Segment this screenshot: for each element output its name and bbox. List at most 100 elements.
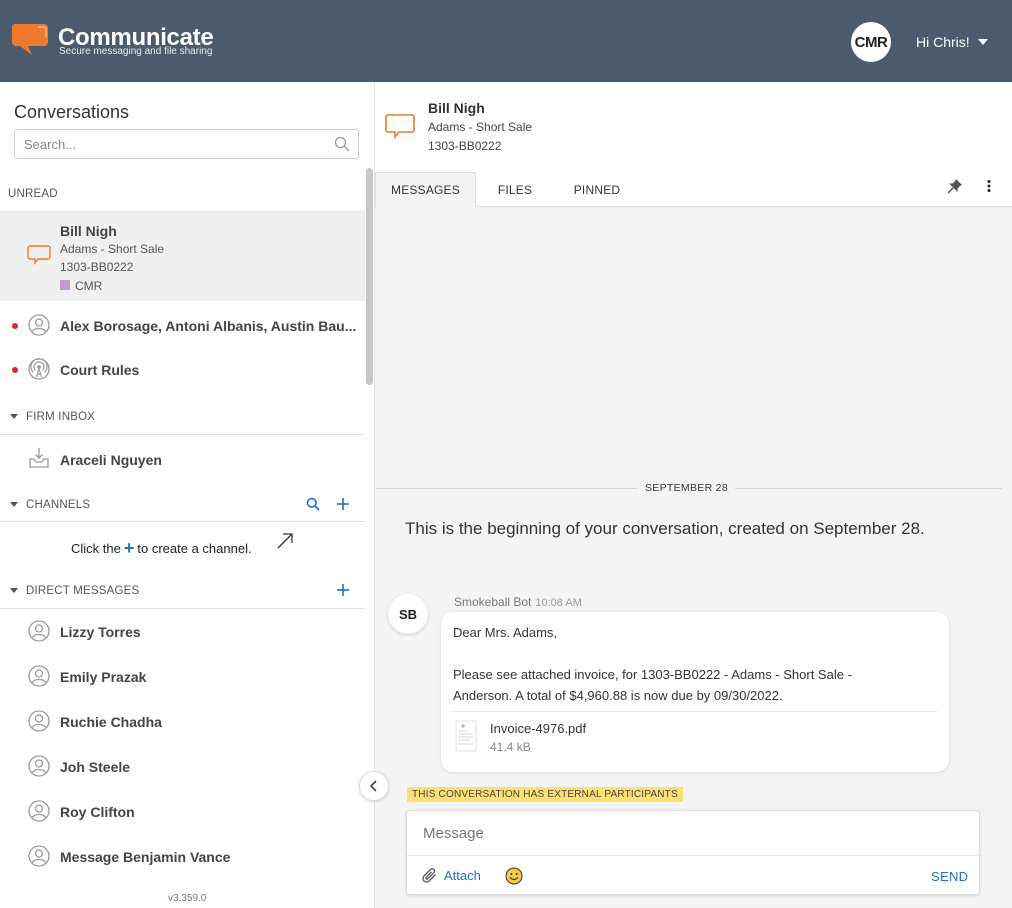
user-circle-icon	[28, 755, 50, 777]
conversation-tag: CMR	[75, 279, 103, 293]
attach-button[interactable]: Attach	[421, 867, 481, 884]
firm-inbox-section-label[interactable]: FIRM INBOX	[26, 411, 95, 423]
chat-bubble-icon	[27, 245, 51, 266]
attachment-size: 41.4 kB	[490, 740, 531, 754]
conversation-tabs: MESSAGES FILES PINNED	[375, 172, 1012, 208]
conversation-header: Bill Nigh Adams - Short Sale 1303-BB0222	[375, 82, 1012, 172]
send-button[interactable]: SEND	[931, 869, 968, 884]
message-line: Dear Mrs. Adams,	[453, 625, 558, 640]
unread-section-label: UNREAD	[8, 188, 58, 200]
direct-message-name: Roy Clifton	[60, 804, 135, 820]
app-version: v3.359.0	[168, 893, 207, 904]
emoji-icon[interactable]	[505, 867, 523, 885]
message-line: Anderson. A total of $4,960.88 is now du…	[453, 688, 783, 703]
conversation-beginning-text: This is the beginning of your conversati…	[405, 519, 925, 538]
collapse-sidebar-button[interactable]	[359, 771, 389, 801]
unread-dot	[12, 367, 18, 373]
channels-section-label[interactable]: CHANNELS	[26, 499, 90, 511]
pdf-thumbnail-icon[interactable]	[455, 720, 477, 752]
arrow-up-right-icon	[277, 533, 293, 549]
direct-messages-section-label[interactable]: DIRECT MESSAGES	[26, 585, 139, 597]
tab-pinned[interactable]: PINNED	[565, 172, 629, 207]
direct-message-name: Message Benjamin Vance	[60, 849, 231, 865]
firm-inbox-item-araceli-nguyen[interactable]: Araceli Nguyen	[0, 436, 365, 480]
hint-text-before: Click the	[71, 541, 121, 556]
collapse-caret-icon[interactable]	[10, 414, 18, 419]
chat-bubble-icon	[385, 114, 415, 140]
date-separator-line	[375, 488, 637, 489]
add-channel-icon[interactable]	[336, 497, 350, 511]
conversation-item-court-rules[interactable]: Court Rules	[0, 348, 365, 392]
inbox-download-icon	[29, 448, 49, 468]
bot-avatar: SB	[388, 594, 428, 634]
chevron-down-icon[interactable]	[978, 39, 988, 45]
conversation-name: Araceli Nguyen	[60, 452, 162, 468]
direct-message-item[interactable]: Message Benjamin Vance	[0, 834, 365, 879]
user-circle-icon	[28, 800, 50, 822]
conversation-matter-id: 1303-BB0222	[60, 260, 134, 274]
search-icon[interactable]	[334, 136, 350, 152]
conversation-matter: Adams - Short Sale	[428, 120, 533, 134]
direct-message-item[interactable]: Ruchie Chadha	[0, 699, 365, 744]
collapse-caret-icon[interactable]	[10, 588, 18, 593]
divider	[453, 711, 937, 712]
conversations-sidebar: Conversations UNREAD Bill Nigh Adams - S…	[0, 82, 375, 908]
user-circle-icon	[28, 710, 50, 732]
conversation-matter: Adams - Short Sale	[60, 242, 165, 256]
search-channels-icon[interactable]	[306, 497, 320, 511]
user-circle-icon	[28, 665, 50, 687]
tag-color-swatch	[60, 280, 70, 290]
channels-empty-hint: Click the + to create a channel.	[71, 538, 252, 559]
message-time: 10:08 AM	[535, 597, 582, 609]
conversation-item-bill-nigh[interactable]: Bill Nigh Adams - Short Sale 1303-BB0222…	[0, 212, 365, 301]
message-line: Please see attached invoice, for 1303-BB…	[453, 667, 852, 682]
divider	[0, 434, 365, 435]
sidebar-scrollbar[interactable]	[366, 168, 373, 385]
user-circle-icon	[28, 314, 50, 336]
add-direct-message-icon[interactable]	[336, 583, 350, 597]
conversation-item-group[interactable]: Alex Borosage, Antoni Albanis, Austin Ba…	[0, 304, 365, 348]
collapse-caret-icon[interactable]	[10, 502, 18, 507]
tab-files[interactable]: FILES	[483, 172, 547, 207]
user-circle-icon	[28, 845, 50, 867]
divider	[0, 521, 365, 522]
date-separator-line	[735, 488, 1002, 489]
conversation-title: Bill Nigh	[428, 100, 485, 116]
tab-messages[interactable]: MESSAGES	[375, 172, 476, 208]
message-sender: Smokeball Bot 10:08 AM	[454, 595, 582, 609]
direct-message-item[interactable]: Lizzy Torres	[0, 609, 365, 654]
search-box[interactable]	[14, 129, 359, 159]
direct-message-name: Emily Prazak	[60, 669, 147, 685]
conversation-name: Bill Nigh	[60, 223, 117, 239]
direct-message-item[interactable]: Joh Steele	[0, 744, 365, 789]
pin-icon[interactable]	[947, 178, 963, 194]
attachment-name[interactable]: Invoice-4976.pdf	[490, 721, 586, 736]
plus-icon: +	[123, 538, 135, 558]
paperclip-icon	[422, 868, 436, 883]
message-input[interactable]	[407, 811, 979, 856]
hint-text-after: to create a channel.	[137, 541, 252, 556]
message-bubble: Dear Mrs. Adams, Please see attached inv…	[441, 612, 949, 772]
broadcast-icon	[28, 358, 50, 380]
external-participants-badge: THIS CONVERSATION HAS EXTERNAL PARTICIPA…	[407, 787, 683, 802]
conversation-name: Court Rules	[60, 362, 140, 378]
sender-name: Smokeball Bot	[454, 595, 532, 609]
user-avatar[interactable]: CMR	[851, 22, 891, 62]
logo-bubble-icon	[11, 24, 48, 55]
direct-message-name: Ruchie Chadha	[60, 714, 162, 730]
conversation-matter-id: 1303-BB0222	[428, 139, 502, 153]
more-options-icon[interactable]	[987, 180, 991, 192]
direct-message-name: Lizzy Torres	[60, 624, 141, 640]
message-composer: Attach SEND	[406, 810, 980, 895]
search-input[interactable]	[15, 130, 315, 158]
conversation-name: Alex Borosage, Antoni Albanis, Austin Ba…	[60, 318, 357, 334]
user-greeting-menu[interactable]: Hi Chris!	[916, 34, 970, 50]
conversations-title: Conversations	[14, 102, 130, 122]
direct-message-item[interactable]: Emily Prazak	[0, 654, 365, 699]
direct-message-item[interactable]: Roy Clifton	[0, 789, 365, 834]
conversation-panel: Bill Nigh Adams - Short Sale 1303-BB0222…	[375, 82, 1012, 908]
app-tagline: Secure messaging and file sharing	[59, 46, 213, 57]
date-separator: SEPTEMBER 28	[645, 482, 728, 494]
user-circle-icon	[28, 620, 50, 642]
direct-message-name: Joh Steele	[60, 759, 131, 775]
